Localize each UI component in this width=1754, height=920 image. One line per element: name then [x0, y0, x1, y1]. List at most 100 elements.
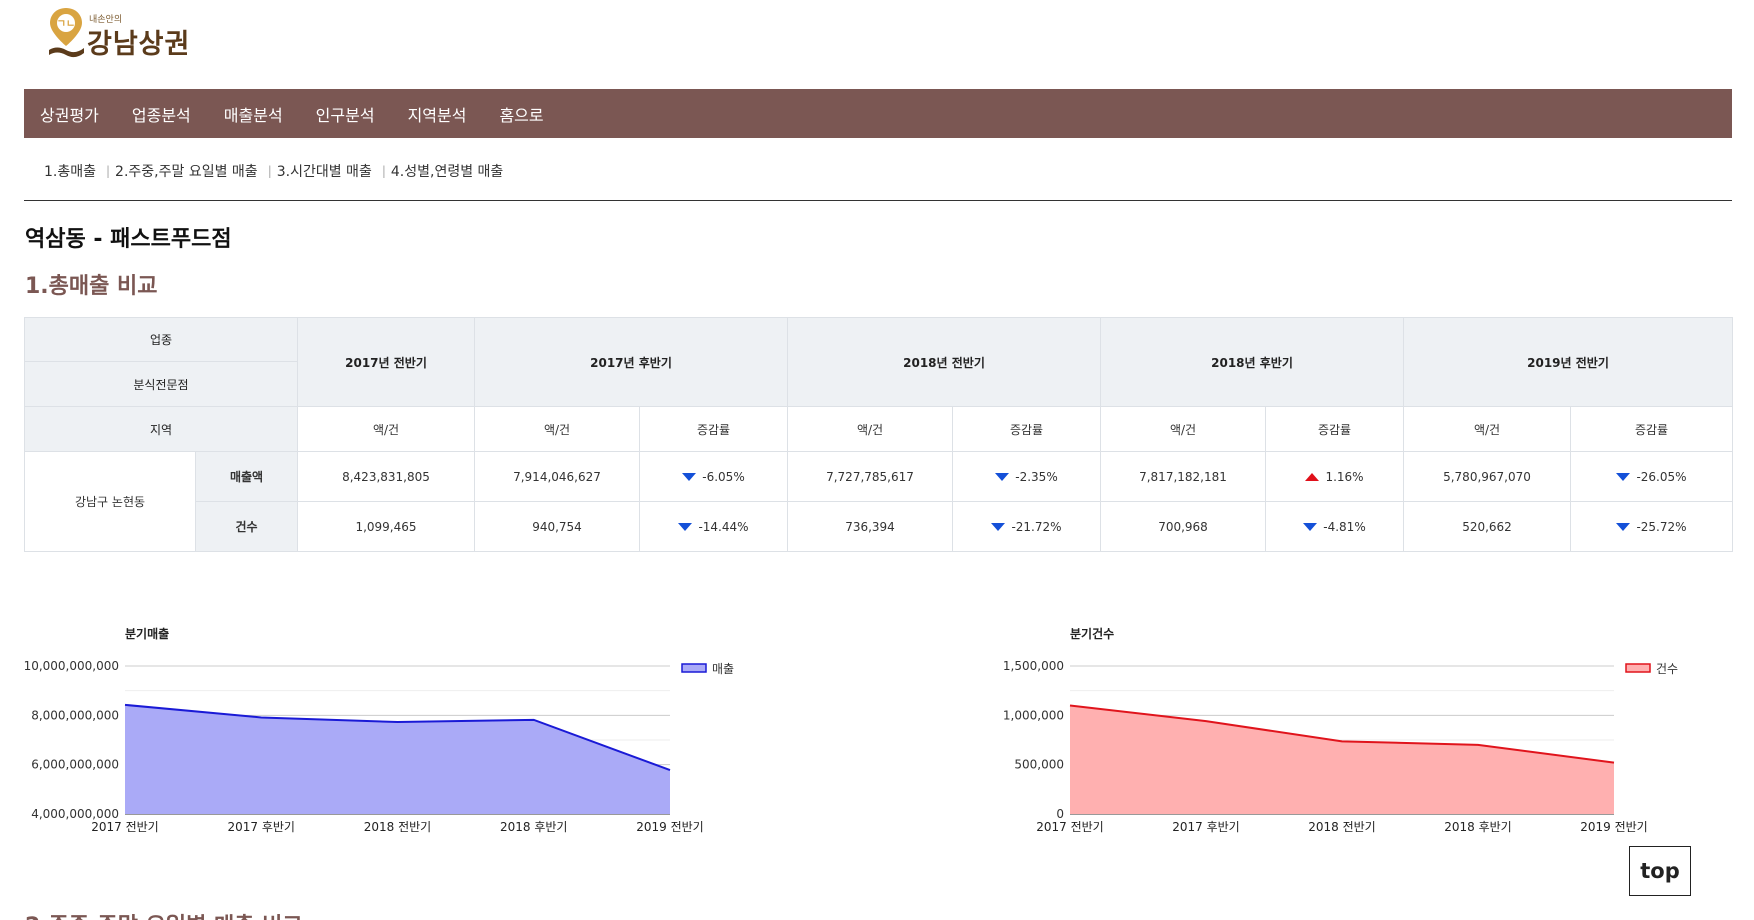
period-header: 2019년 전반기 — [1403, 317, 1733, 407]
y-tick-label: 1,000,000 — [1003, 708, 1064, 722]
sales-chart: 분기매출 4,000,000,000 6,000,000,000 8,000,000,… — [0, 620, 760, 850]
count-chart: 분기건수 0 500,000 1,000,000 1,500,000 건수 2017 전반기… — [950, 620, 1730, 850]
x-tick-label: 2017 후반기 — [228, 820, 295, 834]
subnav-separator: | — [267, 164, 272, 178]
increase-arrow-icon — [1305, 472, 1320, 481]
sales-change: -26.05% — [1570, 451, 1733, 502]
x-tick-label: 2018 후반기 — [500, 820, 567, 834]
legend-label: 건수 — [1656, 662, 1678, 676]
row-label-sales: 매출액 — [195, 451, 298, 502]
count-change: -25.72% — [1570, 501, 1733, 552]
x-tick-label: 2017 전반기 — [91, 820, 158, 834]
site-logo[interactable]: ㄱㄴ 내손안의 강남상권 — [47, 6, 227, 62]
col-header-amount: 액/건 — [1403, 406, 1571, 452]
nav-item-industry[interactable]: 업종분석 — [132, 102, 191, 126]
subnav-total-sales[interactable]: 1.총매출 — [44, 161, 96, 181]
period-header: 2018년 전반기 — [787, 317, 1101, 407]
sales-value: 8,423,831,805 — [297, 451, 475, 502]
svg-text:ㄱㄴ: ㄱㄴ — [57, 19, 75, 30]
logo-text: 강남상권 — [87, 29, 191, 60]
count-change: -4.81% — [1265, 501, 1404, 552]
sub-nav: 1.총매출 | 2.주중,주말 요일별 매출 | 3.시간대별 매출 | 4.성… — [44, 161, 503, 181]
sales-comparison-table: 업종 2017년 전반기 2017년 후반기 2018년 전반기 2018년 후… — [24, 317, 1733, 552]
sales-change: -2.35% — [952, 451, 1101, 502]
divider — [24, 200, 1732, 201]
nav-item-population[interactable]: 인구분석 — [316, 102, 375, 126]
col-header-change: 증감률 — [1265, 406, 1404, 452]
period-header: 2017년 전반기 — [297, 317, 475, 407]
label-upjong: 업종 — [24, 317, 298, 362]
count-value: 520,662 — [1403, 501, 1571, 552]
x-tick-label: 2019 전반기 — [636, 820, 703, 834]
count-change: -21.72% — [952, 501, 1101, 552]
value-upjong: 분식전문점 — [24, 361, 298, 407]
x-tick-label: 2017 전반기 — [1036, 820, 1103, 834]
main-nav: 상권평가 업종분석 매출분석 인구분석 지역분석 홈으로 — [24, 89, 1732, 138]
sales-value: 7,727,785,617 — [787, 451, 953, 502]
sales-value: 7,817,182,181 — [1100, 451, 1266, 502]
section-title-weekday: 2.주중,주말 요일별 매출 비교 — [25, 908, 303, 920]
col-header-change: 증감률 — [639, 406, 788, 452]
decrease-arrow-icon — [991, 522, 1006, 531]
subnav-separator: | — [381, 164, 386, 178]
y-tick-label: 1,500,000 — [1003, 659, 1064, 673]
sales-value: 7,914,046,627 — [474, 451, 640, 502]
period-header: 2017년 후반기 — [474, 317, 788, 407]
sales-area-chart: 분기매출 4,000,000,000 6,000,000,000 8,000,000,… — [24, 626, 735, 834]
series-area — [1070, 705, 1614, 814]
count-value: 700,968 — [1100, 501, 1266, 552]
decrease-arrow-icon — [1616, 472, 1631, 481]
col-header-change: 증감률 — [1570, 406, 1733, 452]
x-tick-label: 2018 전반기 — [364, 820, 431, 834]
legend-label: 매출 — [712, 662, 734, 676]
y-tick-label: 8,000,000,000 — [31, 708, 119, 722]
map-pin-logo-icon: ㄱㄴ — [49, 8, 84, 58]
scroll-top-button[interactable]: top — [1629, 846, 1691, 896]
subnav-weekday-sales[interactable]: 2.주중,주말 요일별 매출 — [115, 161, 258, 181]
col-header-amount: 액/건 — [474, 406, 640, 452]
decrease-arrow-icon — [1303, 522, 1318, 531]
sales-change: -6.05% — [639, 451, 788, 502]
legend-swatch — [681, 663, 707, 673]
decrease-arrow-icon — [682, 472, 697, 481]
col-header-amount: 액/건 — [1100, 406, 1266, 452]
x-tick-label: 2019 전반기 — [1580, 820, 1647, 834]
col-header-amount: 액/건 — [297, 406, 475, 452]
legend-swatch — [1625, 663, 1651, 673]
nav-item-region[interactable]: 지역분석 — [408, 102, 467, 126]
table-row-sales: 강남구 논현동 매출액 8,423,831,805 7,914,046,627 … — [24, 451, 1733, 552]
subnav-separator: | — [106, 164, 111, 178]
col-header-amount: 액/건 — [787, 406, 953, 452]
y-tick-label: 4,000,000,000 — [31, 807, 119, 821]
sales-value: 5,780,967,070 — [1403, 451, 1571, 502]
count-value: 1,099,465 — [297, 501, 475, 552]
period-header: 2018년 후반기 — [1100, 317, 1404, 407]
x-tick-label: 2017 후반기 — [1172, 820, 1239, 834]
chart-title: 분기매출 — [125, 626, 169, 641]
col-header-change: 증감률 — [952, 406, 1101, 452]
sales-change: 1.16% — [1265, 451, 1404, 502]
y-tick-label: 6,000,000,000 — [31, 758, 119, 772]
x-tick-label: 2018 후반기 — [1444, 820, 1511, 834]
row-label-count: 건수 — [195, 501, 298, 552]
decrease-arrow-icon — [995, 472, 1010, 481]
region-name: 강남구 논현동 — [24, 451, 196, 552]
table-row-count: 건수 1,099,465 940,754 -14.44% 736,394 -21… — [25, 501, 1733, 552]
y-tick-label: 0 — [1056, 807, 1064, 821]
count-value: 736,394 — [787, 501, 953, 552]
nav-item-evaluation[interactable]: 상권평가 — [40, 102, 99, 126]
decrease-arrow-icon — [1616, 522, 1631, 531]
y-tick-label: 500,000 — [1014, 758, 1064, 772]
nav-item-sales[interactable]: 매출분석 — [224, 102, 283, 126]
subnav-hourly-sales[interactable]: 3.시간대별 매출 — [277, 161, 372, 181]
page-title: 역삼동 - 패스트푸드점 — [25, 227, 232, 252]
x-tick-label: 2018 전반기 — [1308, 820, 1375, 834]
chart-title: 분기건수 — [1070, 626, 1114, 641]
nav-item-home[interactable]: 홈으로 — [499, 102, 543, 126]
decrease-arrow-icon — [678, 522, 693, 531]
label-region: 지역 — [24, 406, 298, 452]
count-value: 940,754 — [474, 501, 640, 552]
count-change: -14.44% — [639, 501, 788, 552]
count-area-chart: 분기건수 0 500,000 1,000,000 1,500,000 건수 2017 전반기… — [1003, 626, 1678, 834]
subnav-gender-age-sales[interactable]: 4.성별,연령별 매출 — [391, 161, 503, 181]
